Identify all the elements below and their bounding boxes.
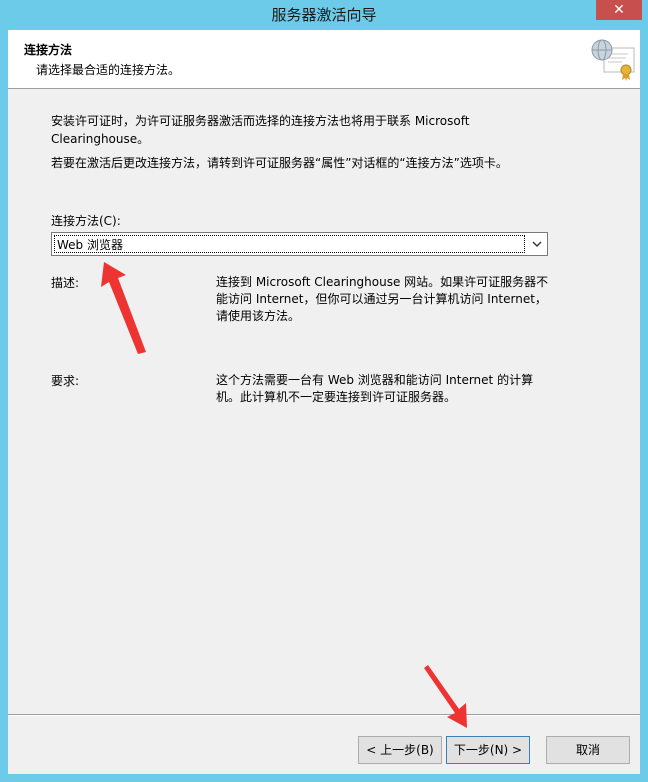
description-text: 连接到 Microsoft Clearinghouse 网站。如果许可证服务器不… bbox=[216, 275, 549, 323]
page-title: 连接方法 bbox=[24, 43, 73, 57]
page-subtitle: 请选择最合适的连接方法。 bbox=[36, 63, 181, 77]
selected-connection-method: Web 浏览器 bbox=[54, 235, 525, 253]
chevron-down-icon bbox=[532, 241, 542, 247]
change-method-hint: 若要在激活后更改连接方法，请转到许可证服务器“属性”对话框的“连接方法”选项卡。 bbox=[51, 156, 508, 170]
wizard-dialog: 连接方法 请选择最合适的连接方法。 安装许可证时，为许可证服务器激活而选择的连接… bbox=[8, 30, 640, 774]
footer-divider bbox=[8, 714, 640, 716]
connection-method-dropdown[interactable]: Web 浏览器 bbox=[51, 232, 548, 256]
intro-text: 安装许可证时，为许可证服务器激活而选择的连接方法也将用于联系 Microsoft… bbox=[51, 114, 470, 146]
title-bar: 服务器激活向导 ✕ bbox=[0, 0, 648, 30]
requirements-text: 这个方法需要一台有 Web 浏览器和能访问 Internet 的计算机。此计算机… bbox=[216, 373, 534, 404]
certificate-icon bbox=[591, 39, 635, 81]
close-icon: ✕ bbox=[613, 2, 625, 18]
wizard-header: 连接方法 请选择最合适的连接方法。 bbox=[8, 30, 640, 89]
cancel-button[interactable]: 取消 bbox=[546, 736, 630, 764]
next-button[interactable]: 下一步(N) > bbox=[446, 736, 530, 764]
back-button[interactable]: < 上一步(B) bbox=[358, 736, 442, 764]
window-title: 服务器激活向导 bbox=[271, 6, 377, 24]
close-button[interactable]: ✕ bbox=[596, 0, 642, 20]
description-label: 描述: bbox=[51, 276, 80, 290]
connection-method-label: 连接方法(C): bbox=[51, 214, 121, 228]
requirements-label: 要求: bbox=[51, 374, 80, 388]
